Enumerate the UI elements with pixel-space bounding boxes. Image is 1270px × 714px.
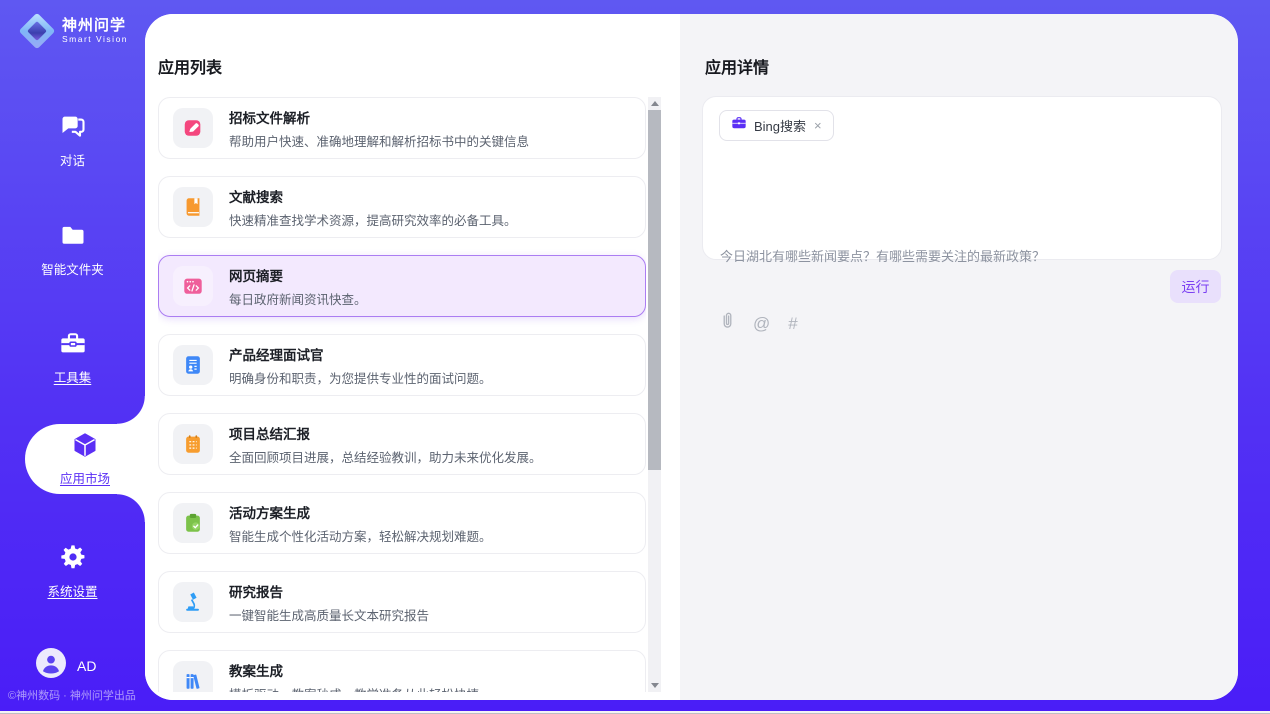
sidebar-item-chat[interactable]: 对话 <box>0 112 145 169</box>
app-card-desc: 模板驱动，教案秒成，教学准备从此轻松快捷 <box>229 684 479 693</box>
toolbox-icon <box>59 329 87 362</box>
app-card-title: 项目总结汇报 <box>229 423 542 443</box>
sidebar-item-label: 系统设置 <box>47 581 97 600</box>
sidebar-item-toolset[interactable]: 工具集 <box>0 329 145 386</box>
user-initials: AD <box>77 658 96 674</box>
app-card-title: 招标文件解析 <box>229 107 529 127</box>
app-detail-pane: 应用详情 Bing搜索 × 今日湖北有哪些新闻要点？有哪些需要关注的最新政 <box>680 14 1238 700</box>
tab-curve-top <box>117 396 145 424</box>
app-card-pm-interviewer[interactable]: 产品经理面试官 明确身份和职责，为您提供专业性的面试问题。 <box>158 334 646 396</box>
tab-curve-bottom <box>117 494 145 522</box>
interview-doc-icon <box>173 345 213 385</box>
sidebar-item-settings[interactable]: 系统设置 <box>0 543 145 600</box>
scrollbar-down-arrow[interactable] <box>648 679 661 692</box>
page-background: 神州问学 Smart Vision 对话 智能文件夹 <box>0 0 1270 714</box>
app-card-title: 研究报告 <box>229 581 429 601</box>
app-card-desc: 一键智能生成高质量长文本研究报告 <box>229 605 429 624</box>
app-card-web-summary[interactable]: 网页摘要 每日政府新闻资讯快查。 <box>158 255 646 317</box>
app-card-title: 网页摘要 <box>229 265 367 285</box>
user-account[interactable]: AD <box>36 648 96 683</box>
run-button[interactable]: 运行 <box>1170 270 1221 303</box>
brand-logo: 神州问学 Smart Vision <box>20 14 128 48</box>
clipboard-check-icon <box>173 503 213 543</box>
sidebar-item-smart-folder[interactable]: 智能文件夹 <box>0 221 145 278</box>
app-card-desc: 帮助用户快速、准确地理解和解析招标书中的关键信息 <box>229 131 529 150</box>
books-icon <box>173 661 213 692</box>
sidebar-item-label: 对话 <box>60 150 85 169</box>
app-detail-title: 应用详情 <box>705 54 769 78</box>
app-card-research-report[interactable]: 研究报告 一键智能生成高质量长文本研究报告 <box>158 571 646 633</box>
doc-edit-icon <box>173 108 213 148</box>
brand-subtitle: Smart Vision <box>62 35 128 44</box>
app-list-pane: 应用列表 招标文件解析 帮助用户快速、准确地理解和解析招标书中的关键信息 <box>145 14 680 700</box>
app-list: 招标文件解析 帮助用户快速、准确地理解和解析招标书中的关键信息 文献搜索 <box>158 97 646 692</box>
brand-name: 神州问学 <box>62 18 128 34</box>
hash-icon[interactable]: # <box>788 315 797 332</box>
app-shell: 神州问学 Smart Vision 对话 智能文件夹 <box>0 0 1270 711</box>
sidebar-item-app-market[interactable]: 应用市场 <box>25 424 145 494</box>
app-card-title: 产品经理面试官 <box>229 344 492 364</box>
scrollbar-thumb[interactable] <box>648 110 661 470</box>
briefcase-icon <box>731 115 747 136</box>
app-card-bid-doc-analysis[interactable]: 招标文件解析 帮助用户快速、准确地理解和解析招标书中的关键信息 <box>158 97 646 159</box>
tool-tag-bing-search[interactable]: Bing搜索 × <box>719 110 834 141</box>
app-card-literature-search[interactable]: 文献搜索 快速精准查找学术资源，提高研究效率的必备工具。 <box>158 176 646 238</box>
sidebar-active-tab: 应用市场 <box>25 424 145 494</box>
microscope-icon <box>173 582 213 622</box>
app-list-title: 应用列表 <box>158 54 222 78</box>
scrollbar-up-arrow[interactable] <box>648 97 661 110</box>
tool-tag-label: Bing搜索 <box>754 116 806 135</box>
app-card-project-summary[interactable]: 项目总结汇报 全面回顾项目进展，总结经验教训，助力未来优化发展。 <box>158 413 646 475</box>
composer-toolbar: @ # <box>720 311 798 335</box>
sidebar-item-label: 应用市场 <box>60 468 110 487</box>
app-card-desc: 智能生成个性化活动方案，轻松解决规划难题。 <box>229 526 492 545</box>
content-panel: 应用列表 招标文件解析 帮助用户快速、准确地理解和解析招标书中的关键信息 <box>145 14 1238 700</box>
brand-diamond-icon <box>20 14 54 48</box>
prompt-composer-card[interactable]: Bing搜索 × 今日湖北有哪些新闻要点？有哪些需要关注的最新政策？ @ # <box>702 96 1222 260</box>
query-input-text[interactable]: 今日湖北有哪些新闻要点？有哪些需要关注的最新政策？ <box>720 247 1200 267</box>
gear-icon <box>59 543 87 576</box>
app-card-lesson-plan[interactable]: 教案生成 模板驱动，教案秒成，教学准备从此轻松快捷 <box>158 650 646 692</box>
folder-icon <box>59 221 87 254</box>
avatar <box>36 648 66 683</box>
notepad-icon <box>173 424 213 464</box>
app-card-desc: 快速精准查找学术资源，提高研究效率的必备工具。 <box>229 210 517 229</box>
chat-icon <box>59 112 87 145</box>
paperclip-icon[interactable] <box>720 311 735 335</box>
sidebar-item-label: 智能文件夹 <box>41 259 104 278</box>
app-card-event-plan[interactable]: 活动方案生成 智能生成个性化活动方案，轻松解决规划难题。 <box>158 492 646 554</box>
app-card-title: 文献搜索 <box>229 186 517 206</box>
close-icon[interactable]: × <box>813 118 823 133</box>
app-list-scrollbar[interactable] <box>648 97 661 692</box>
book-icon <box>173 187 213 227</box>
app-card-desc: 明确身份和职责，为您提供专业性的面试问题。 <box>229 368 492 387</box>
sidebar: 神州问学 Smart Vision 对话 智能文件夹 <box>0 0 145 711</box>
at-icon[interactable]: @ <box>753 315 770 332</box>
app-card-title: 活动方案生成 <box>229 502 492 522</box>
webpage-code-icon <box>173 266 213 306</box>
sidebar-footer-credit: ©神州数码 · 神州问学出品 <box>8 687 136 703</box>
app-card-title: 教案生成 <box>229 660 479 680</box>
app-card-desc: 每日政府新闻资讯快查。 <box>229 289 367 308</box>
cube-icon <box>71 431 99 464</box>
sidebar-item-label: 工具集 <box>54 367 92 386</box>
app-card-desc: 全面回顾项目进展，总结经验教训，助力未来优化发展。 <box>229 447 542 466</box>
